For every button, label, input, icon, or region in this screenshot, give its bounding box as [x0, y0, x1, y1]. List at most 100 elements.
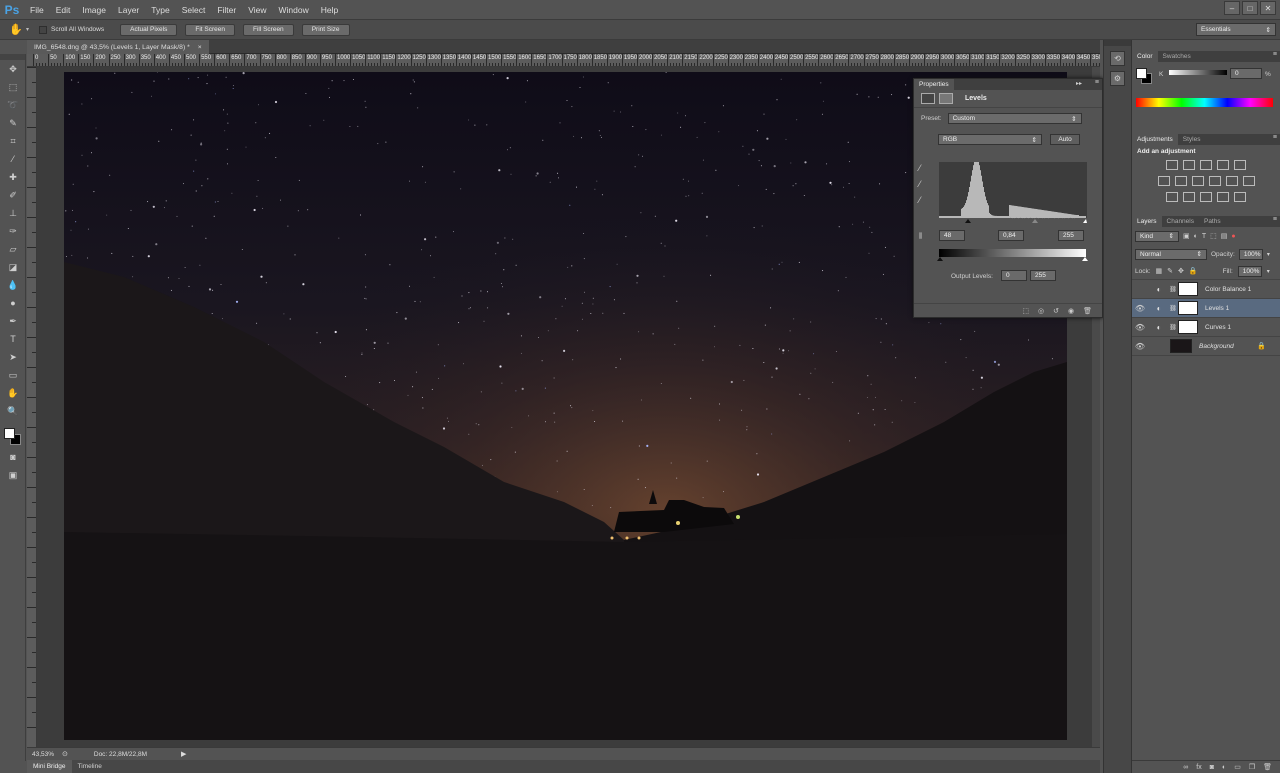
layer-row[interactable]: 👁 ◐ ⛓ Levels 1 [1132, 299, 1280, 318]
tab-properties[interactable]: Properties [914, 79, 954, 90]
history-icon[interactable]: ⟲ [1110, 51, 1125, 66]
black-eyedropper-icon[interactable]: ⁄ [919, 163, 921, 173]
zoom-level[interactable]: 43,53% [32, 751, 56, 758]
tab-adjustments[interactable]: Adjustments [1132, 134, 1178, 145]
status-info-icon[interactable]: ⊙ [62, 750, 68, 758]
minimize-button[interactable]: – [1224, 1, 1240, 15]
fill-field[interactable]: 100% [1237, 265, 1262, 277]
brightness-icon[interactable] [1166, 160, 1178, 170]
blend-mode-select[interactable]: Normal ⇕ [1135, 248, 1207, 260]
color-swatches[interactable] [0, 426, 26, 448]
input-gamma-slider[interactable] [1032, 219, 1038, 223]
type-tool-icon[interactable]: T [0, 330, 26, 348]
tab-swatches[interactable]: Swatches [1158, 51, 1196, 62]
lock-transparent-icon[interactable]: ▦ [1156, 267, 1163, 275]
preset-select[interactable]: Custom ⇕ [947, 113, 1082, 124]
lock-image-icon[interactable]: ✎ [1167, 267, 1173, 275]
tab-timeline[interactable]: Timeline [72, 760, 108, 773]
hand-tool-icon[interactable]: ✋ [0, 384, 26, 402]
menu-image[interactable]: Image [76, 5, 112, 15]
hand-icon[interactable]: ✋ [6, 23, 26, 36]
auto-button[interactable]: Auto [1050, 134, 1080, 145]
kind-filter-select[interactable]: Kind ⇕ [1135, 230, 1179, 242]
layer-mask-thumbnail[interactable] [1178, 282, 1198, 296]
crop-tool-icon[interactable]: ⌗ [0, 132, 26, 150]
layer-mask-thumbnail[interactable] [1178, 301, 1198, 315]
input-black-field[interactable]: 48 [939, 230, 965, 241]
shape-tool-icon[interactable]: ▭ [0, 366, 26, 384]
smart-filter-icon[interactable]: ▤ [1221, 232, 1228, 240]
tool-preset-chevron-icon[interactable]: ▾ [26, 26, 29, 33]
healing-tool-icon[interactable]: ✚ [0, 168, 26, 186]
menu-help[interactable]: Help [315, 5, 344, 15]
black-white-icon[interactable] [1191, 176, 1204, 186]
zoom-tool-icon[interactable]: 🔍 [0, 402, 26, 420]
visibility-eye-icon[interactable]: 👁 [1132, 323, 1148, 332]
threshold-icon[interactable] [1200, 192, 1212, 202]
exposure-icon[interactable] [1217, 160, 1229, 170]
print-size-button[interactable]: Print Size [301, 23, 350, 36]
quick-mask-icon[interactable]: ◙ [0, 448, 26, 466]
panel-menu-icon[interactable]: ≡ [1273, 216, 1277, 223]
mask-icon[interactable] [939, 93, 953, 104]
eyedropper-tool-icon[interactable]: ⁄ [0, 150, 26, 168]
menu-window[interactable]: Window [272, 5, 314, 15]
menu-filter[interactable]: Filter [211, 5, 242, 15]
gray-eyedropper-icon[interactable]: ⁄ [919, 179, 921, 189]
actual-pixels-button[interactable]: Actual Pixels [120, 23, 178, 36]
status-menu-arrow-icon[interactable]: ▶ [181, 750, 186, 758]
photo-filter-icon[interactable] [1208, 176, 1221, 186]
folder-icon[interactable]: ▭ [1234, 763, 1241, 771]
menu-edit[interactable]: Edit [50, 5, 77, 15]
levels-icon[interactable] [921, 93, 935, 104]
output-black-slider[interactable] [937, 257, 943, 261]
link-icon[interactable]: ∞ [1183, 764, 1188, 771]
visibility-icon[interactable]: ◉ [1068, 307, 1074, 315]
menu-layer[interactable]: Layer [112, 5, 145, 15]
selective-color-icon[interactable] [1234, 192, 1246, 202]
levels-adj-icon[interactable] [1183, 160, 1195, 170]
k-value-field[interactable]: 0 [1230, 68, 1262, 79]
opacity-arrow-icon[interactable]: ▾ [1267, 251, 1270, 258]
chain-link-icon[interactable]: ⛓ [1168, 324, 1178, 331]
input-gamma-field[interactable]: 0,84 [998, 230, 1024, 241]
dodge-tool-icon[interactable]: ● [0, 294, 26, 312]
invert-icon[interactable] [1166, 192, 1178, 202]
menu-select[interactable]: Select [176, 5, 212, 15]
chain-link-icon[interactable]: ⛓ [1168, 305, 1178, 312]
clone-stamp-tool-icon[interactable]: ⊥ [0, 204, 26, 222]
fx-icon[interactable]: fx [1196, 764, 1201, 771]
close-button[interactable]: ✕ [1260, 1, 1276, 15]
gradient-map-icon[interactable] [1217, 192, 1229, 202]
tab-channels[interactable]: Channels [1162, 216, 1199, 227]
trash-icon[interactable]: 🗑 [1083, 307, 1092, 315]
posterize-icon[interactable] [1183, 192, 1195, 202]
screen-mode-icon[interactable]: ▣ [0, 466, 26, 484]
menu-file[interactable]: File [24, 5, 50, 15]
reset-icon[interactable]: ↺ [1053, 307, 1059, 315]
document-tab[interactable]: IMG_6548.dng @ 43,5% (Levels 1, Layer Ma… [27, 40, 209, 54]
properties-icon[interactable]: ⚙ [1110, 71, 1125, 86]
fit-screen-button[interactable]: Fit Screen [185, 23, 235, 36]
fill-arrow-icon[interactable]: ▾ [1267, 268, 1270, 275]
workspace-select[interactable]: Essentials ⇕ [1196, 23, 1276, 36]
layer-row[interactable]: 👁 ◐ ⛓ Curves 1 [1132, 318, 1280, 337]
tab-styles[interactable]: Styles [1178, 134, 1206, 145]
color-lookup-icon[interactable] [1242, 176, 1255, 186]
lock-position-icon[interactable]: ✥ [1178, 267, 1184, 275]
output-white-slider[interactable] [1082, 257, 1088, 261]
adjust-filter-icon[interactable]: ◐ [1194, 233, 1198, 240]
lasso-tool-icon[interactable]: ➰ [0, 96, 26, 114]
vibrance-icon[interactable] [1234, 160, 1246, 170]
layer-name[interactable]: Curves 1 [1205, 324, 1231, 331]
pen-tool-icon[interactable]: ✒ [0, 312, 26, 330]
panel-menu-icon[interactable]: ≡ [1273, 51, 1277, 58]
k-slider-track[interactable] [1169, 70, 1227, 75]
brush-tool-icon[interactable]: ✐ [0, 186, 26, 204]
menu-type[interactable]: Type [145, 5, 175, 15]
eraser-tool-icon[interactable]: ▱ [0, 240, 26, 258]
opacity-field[interactable]: 100% [1238, 248, 1263, 260]
tab-layers[interactable]: Layers [1132, 216, 1162, 227]
color-balance-icon[interactable] [1174, 176, 1187, 186]
white-eyedropper-icon[interactable]: ⁄ [919, 195, 921, 205]
